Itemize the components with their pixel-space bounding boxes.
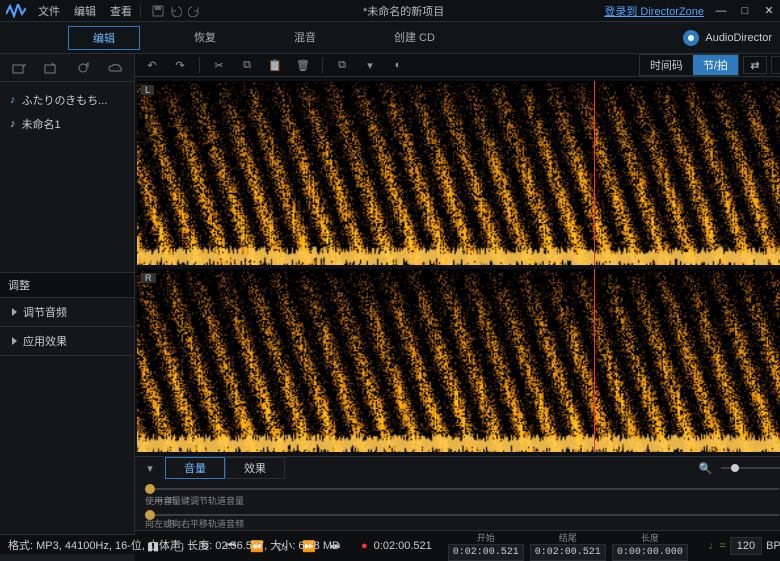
view-toggle-2[interactable]: ≡ bbox=[771, 56, 780, 74]
tab-restore[interactable]: 恢复 bbox=[170, 26, 240, 50]
brand-icon bbox=[683, 30, 699, 46]
mode-tabbar: 编辑 恢复 混音 创建 CD AudioDirector bbox=[0, 22, 780, 54]
sidebar-tools bbox=[0, 54, 134, 82]
redo-icon[interactable]: ↷ bbox=[171, 56, 189, 74]
track-item[interactable]: ♪ふたりのきもち... bbox=[0, 88, 134, 112]
undo-icon[interactable] bbox=[167, 2, 185, 20]
login-link[interactable]: 登录到 DirectorZone bbox=[604, 3, 704, 19]
paste-icon[interactable]: 📋 bbox=[266, 56, 284, 74]
window-title: *未命名的新项目 bbox=[203, 3, 604, 19]
titlebar: 文件 编辑 查看 *未命名的新项目 登录到 DirectorZone — □ ✕ bbox=[0, 0, 780, 22]
seg-timecode[interactable]: 时间码 bbox=[640, 55, 693, 75]
marker-icon[interactable]: ▾ bbox=[361, 56, 379, 74]
mixer-tab-volume[interactable]: 音量 bbox=[165, 457, 225, 479]
view-toggle-1[interactable]: ⇄ bbox=[743, 56, 767, 74]
chevron-down-icon[interactable]: ▾ bbox=[141, 459, 159, 477]
time-length: 长度0:00:00.000 bbox=[612, 531, 688, 561]
cut-icon[interactable]: ✂ bbox=[210, 56, 228, 74]
note-icon: ♪ bbox=[10, 118, 16, 130]
tab-cd[interactable]: 创建 CD bbox=[370, 26, 459, 50]
bpm-label: BPM bbox=[766, 540, 780, 552]
sidebar: ♪ふたりのきもち... ♪未命名1 调整 调节音频 应用效果 bbox=[0, 54, 135, 534]
track-item[interactable]: ♪未命名1 bbox=[0, 112, 134, 136]
normalize-icon[interactable]: ◐ bbox=[389, 56, 407, 74]
mixer-tab-effects[interactable]: 效果 bbox=[225, 457, 285, 479]
note-icon: ♪ bbox=[10, 94, 16, 106]
playhead-line bbox=[594, 81, 595, 265]
accordion-apply-effect[interactable]: 应用效果 bbox=[0, 327, 134, 356]
timecode-display: ● 0:02:00.521 bbox=[361, 540, 432, 552]
spectrogram-right[interactable]: R bbox=[137, 269, 780, 453]
display-mode-segment: 时间码 节/拍 bbox=[639, 54, 739, 76]
zoom-slider[interactable] bbox=[721, 467, 780, 469]
spectrogram-left[interactable]: L bbox=[137, 81, 780, 265]
menu-edit[interactable]: 编辑 bbox=[74, 3, 96, 19]
crop-icon[interactable]: ⧉ bbox=[333, 56, 351, 74]
main-menu: 文件 编辑 查看 bbox=[38, 3, 132, 19]
time-start: 开始0:02:00.521 bbox=[448, 531, 524, 561]
accordion-adjust-audio[interactable]: 调节音频 bbox=[0, 298, 134, 327]
edit-toolbar: ↶ ↷ ✂ ⧉ 📋 🗑 ⧉ ▾ ◐ 时间码 节/拍 ⇄ ≡ ∿ ▮ bbox=[135, 54, 780, 77]
zoom-out-icon[interactable]: 🔍 bbox=[699, 462, 713, 475]
channel-label-right: R bbox=[141, 273, 156, 283]
spectrogram-area: L R Hz 200001800016000140001200010000800… bbox=[135, 77, 780, 456]
brand: AudioDirector bbox=[683, 30, 772, 46]
chevron-right-icon bbox=[12, 337, 17, 345]
maximize-button[interactable]: □ bbox=[738, 4, 752, 18]
chevron-right-icon bbox=[12, 308, 17, 316]
volume-hint: 使用音量键调节轨道音量 bbox=[145, 494, 244, 507]
minimize-button[interactable]: — bbox=[714, 4, 728, 18]
playhead-line bbox=[594, 269, 595, 453]
menu-file[interactable]: 文件 bbox=[38, 3, 60, 19]
close-button[interactable]: ✕ bbox=[762, 4, 776, 18]
app-logo bbox=[4, 2, 28, 20]
redo-icon[interactable] bbox=[185, 2, 203, 20]
refresh-icon[interactable] bbox=[74, 59, 92, 77]
cloud-icon[interactable] bbox=[106, 59, 124, 77]
copy-icon[interactable]: ⧉ bbox=[238, 56, 256, 74]
seg-beat[interactable]: 节/拍 bbox=[693, 55, 738, 75]
track-list: ♪ふたりのきもち... ♪未命名1 bbox=[0, 82, 134, 272]
bpm-value[interactable]: 120 bbox=[730, 537, 762, 555]
record-indicator-icon: ● bbox=[361, 540, 368, 552]
volume-slider[interactable] bbox=[145, 488, 779, 490]
menu-view[interactable]: 查看 bbox=[110, 3, 132, 19]
mixer-panel: ▾ 音量 效果 🔍 🔍 ⛶ ⇕ ⚙ 120 使用音量键调节轨道音量-∞ d bbox=[135, 456, 780, 530]
tab-mix[interactable]: 混音 bbox=[270, 26, 340, 50]
delete-icon[interactable]: 🗑 bbox=[294, 56, 312, 74]
tab-edit[interactable]: 编辑 bbox=[68, 26, 140, 50]
channel-label-left: L bbox=[141, 85, 154, 95]
content-area: ↶ ↷ ✂ ⧉ 📋 🗑 ⧉ ▾ ◐ 时间码 节/拍 ⇄ ≡ ∿ ▮ bbox=[135, 54, 780, 534]
export-icon[interactable] bbox=[42, 59, 60, 77]
adjust-panel-title: 调整 bbox=[0, 272, 134, 298]
time-end: 结尾0:02:00.521 bbox=[530, 531, 606, 561]
pan-hint: 向左或向右平移轨道音频 bbox=[145, 517, 244, 530]
import-icon[interactable] bbox=[10, 59, 28, 77]
status-text: 格式: MP3, 44100Hz, 16-位, 立体声, 长度: 02:56.5… bbox=[8, 537, 339, 553]
note-icon: ♩= bbox=[708, 540, 725, 552]
undo-icon[interactable]: ↶ bbox=[143, 56, 161, 74]
save-icon[interactable] bbox=[149, 2, 167, 20]
